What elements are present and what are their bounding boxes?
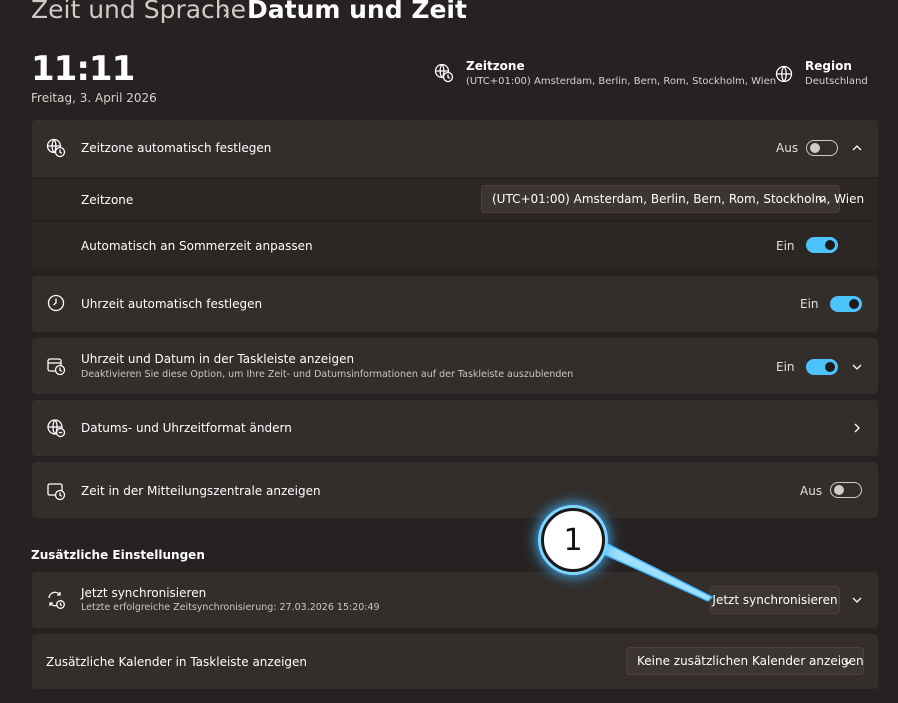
taskbar-time-toggle[interactable] <box>806 359 838 375</box>
globe-icon <box>775 65 793 83</box>
timezone-dropdown[interactable]: (UTC+01:00) Amsterdam, Berlin, Bern, Rom… <box>481 185 864 213</box>
notification-clock-icon <box>47 483 66 501</box>
taskbar-time-label: Uhrzeit und Datum in der Taskleiste anze… <box>81 352 355 366</box>
notification-time-state: Aus <box>800 484 823 498</box>
world-clock-icon <box>46 138 66 158</box>
clock-icon <box>47 294 65 312</box>
auto-time-row: Uhrzeit automatisch festlegen Ein <box>32 276 878 332</box>
notification-time-row: Zeit in der Mitteilungszentrale anzeigen… <box>32 462 878 518</box>
header-region-title: Region <box>805 59 852 73</box>
taskbar-time-row[interactable]: Uhrzeit und Datum in der Taskleiste anze… <box>32 338 878 394</box>
notification-time-toggle[interactable] <box>830 482 862 498</box>
notification-time-label: Zeit in der Mitteilungszentrale anzeigen <box>81 484 321 498</box>
auto-time-toggle[interactable] <box>830 296 862 312</box>
daylight-saving-toggle[interactable] <box>806 237 838 253</box>
sync-clock-icon <box>48 591 65 609</box>
chevron-right-icon <box>854 423 860 433</box>
auto-timezone-toggle[interactable] <box>806 140 838 156</box>
format-row[interactable]: Datums- und Uhrzeitformat ändern <box>32 400 878 456</box>
timezone-dropdown-value: (UTC+01:00) Amsterdam, Berlin, Bern, Rom… <box>492 192 865 206</box>
daylight-saving-state: Ein <box>776 239 795 253</box>
section-title-additional: Zusätzliche Einstellungen <box>31 548 205 562</box>
chevron-down-icon <box>818 198 826 203</box>
calendar-dropdown[interactable]: Keine zusätzlichen Kalender anzeigen <box>626 647 864 675</box>
auto-timezone-state: Aus <box>776 141 799 155</box>
sync-row[interactable]: Jetzt synchronisieren Letzte erfolgreich… <box>32 572 878 628</box>
header-timezone-value: (UTC+01:00) Amsterdam, Berlin, Bern, Rom… <box>466 76 777 87</box>
breadcrumb-parent[interactable]: Zeit und Sprache <box>31 0 246 26</box>
page-title: Datum und Zeit <box>247 0 467 24</box>
sync-now-button[interactable]: Jetzt synchronisieren <box>710 586 840 614</box>
timezone-select-row: Zeitzone (UTC+01:00) Amsterdam, Berlin, … <box>32 179 878 220</box>
header-region-value: Deutschland <box>805 76 868 87</box>
calendar-row: Zusätzliche Kalender in Taskleiste anzei… <box>32 634 878 689</box>
callout-badge: 1 <box>541 508 605 572</box>
calendar-clock-icon <box>47 358 66 376</box>
sync-label: Jetzt synchronisieren <box>81 586 207 600</box>
sync-description: Letzte erfolgreiche Zeitsynchronisierung… <box>81 602 380 613</box>
current-time: 11:11 <box>31 49 135 89</box>
globe-format-icon <box>47 419 66 438</box>
chevron-down-icon[interactable] <box>850 593 864 607</box>
auto-timezone-label: Zeitzone automatisch festlegen <box>81 141 272 155</box>
daylight-saving-row: Automatisch an Sommerzeit anpassen Ein <box>32 222 878 269</box>
calendar-dropdown-value: Keine zusätzlichen Kalender anzeigen <box>637 654 864 668</box>
header-timezone-title: Zeitzone <box>466 59 525 73</box>
auto-time-state: Ein <box>800 297 819 311</box>
auto-timezone-row[interactable]: Zeitzone automatisch festlegen Aus <box>32 120 878 177</box>
callout-number: 1 <box>563 522 583 558</box>
timezone-select-label: Zeitzone <box>81 193 134 207</box>
chevron-down-icon <box>844 660 852 665</box>
calendar-label: Zusätzliche Kalender in Taskleiste anzei… <box>46 655 308 669</box>
auto-time-label: Uhrzeit automatisch festlegen <box>81 297 263 311</box>
callout-pointer <box>590 540 714 602</box>
world-clock-icon <box>434 63 454 83</box>
breadcrumb-separator: › <box>222 0 230 24</box>
current-date: Freitag, 3. April 2026 <box>31 91 157 105</box>
chevron-up-icon[interactable] <box>850 141 864 155</box>
taskbar-time-description: Deaktivieren Sie diese Option, um Ihre Z… <box>81 369 574 380</box>
daylight-saving-label: Automatisch an Sommerzeit anpassen <box>81 239 313 253</box>
format-label: Datums- und Uhrzeitformat ändern <box>81 421 292 435</box>
chevron-down-icon[interactable] <box>850 360 864 374</box>
taskbar-time-state: Ein <box>776 360 795 374</box>
